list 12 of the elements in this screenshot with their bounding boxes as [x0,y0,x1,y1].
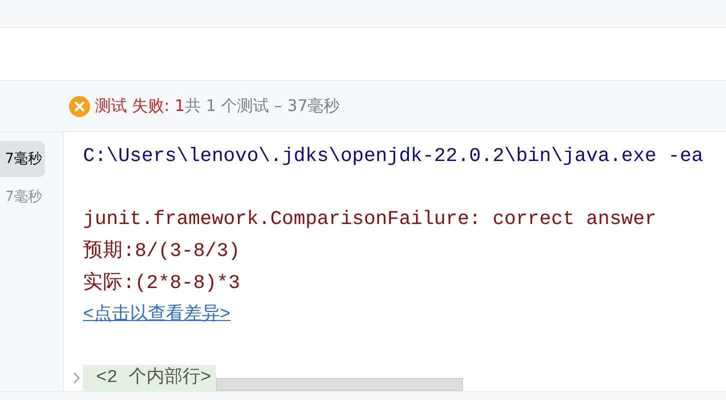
failed-count: 测试 失败: 1 [95,96,185,116]
error-line: 预期:8/(3-8/3) [83,238,240,264]
error-line: 实际:(2*8-8)*3 [83,270,240,296]
diff-link[interactable]: <点击以查看差异> [83,298,231,330]
error-icon [69,96,90,116]
folded-lines[interactable]: <2 个内部行> [83,365,216,391]
error-line: junit.framework.ComparisonFailure: correct answer [83,206,656,232]
command-line: C:\Users\lenovo\.jdks\openjdk-22.0.2\bin\java.exe -ea [83,144,704,169]
chevron-icon[interactable] [71,372,81,384]
test-duration-item[interactable]: 7毫秒 [0,141,45,177]
test-summary: 共 1 个测试 – 37毫秒 [184,96,340,116]
scrollbar[interactable] [216,378,464,391]
